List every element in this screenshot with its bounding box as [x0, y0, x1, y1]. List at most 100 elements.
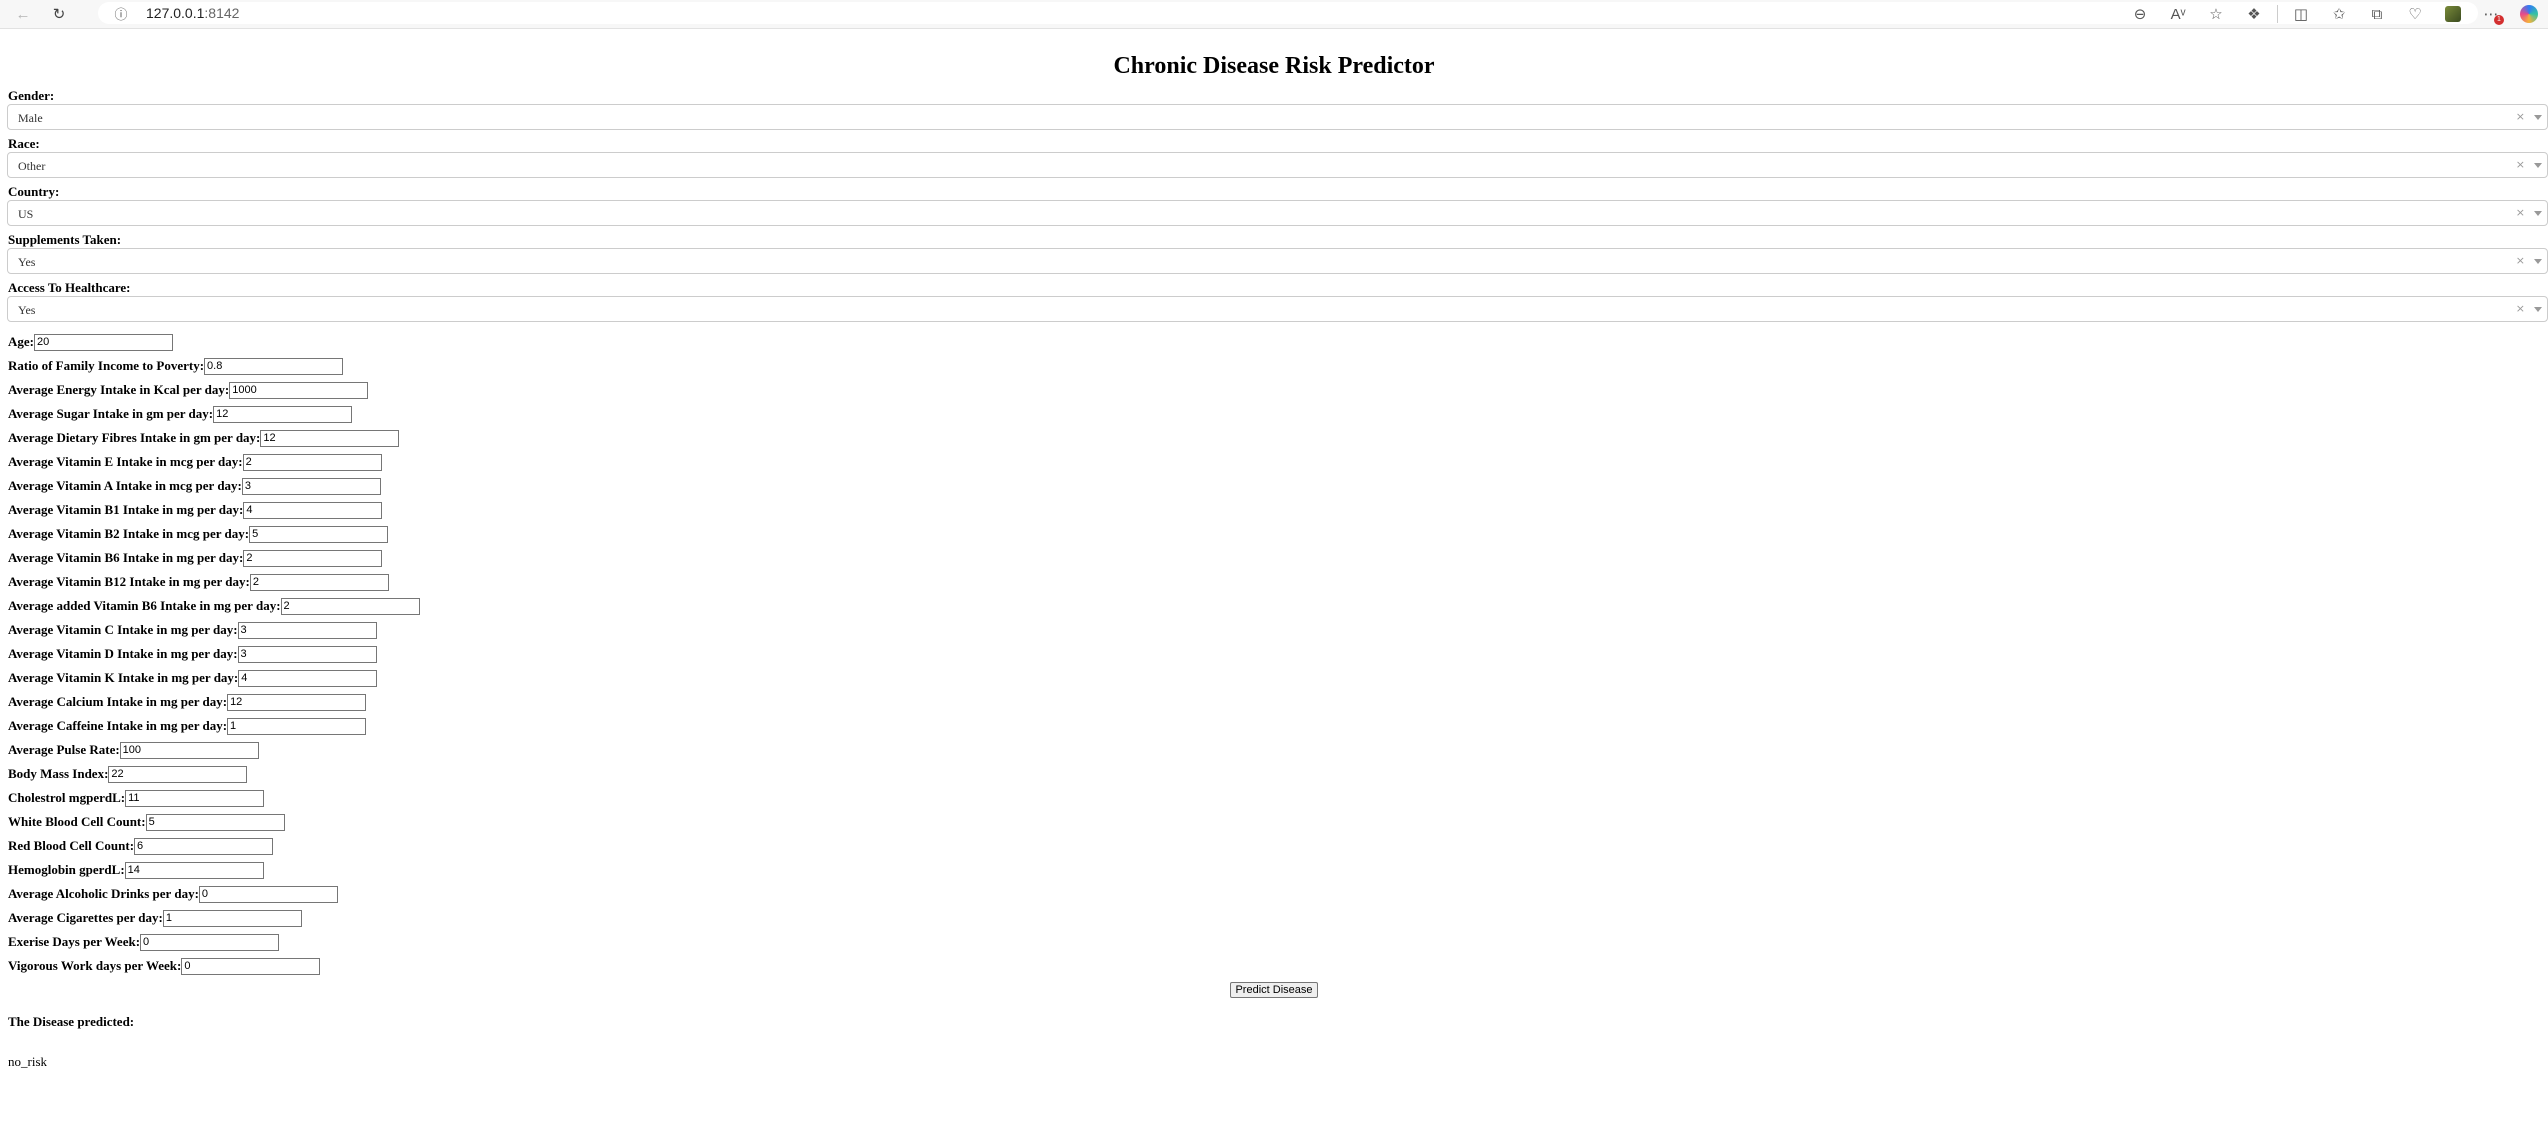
- field-input[interactable]: [227, 717, 367, 735]
- chevron-down-icon[interactable]: [2534, 211, 2542, 216]
- field-row: Average Vitamin B2 Intake in mcg per day…: [8, 522, 2540, 546]
- field-input[interactable]: [213, 405, 353, 423]
- field-input[interactable]: [280, 597, 420, 615]
- field-input[interactable]: [162, 909, 302, 927]
- field-input[interactable]: [119, 741, 259, 759]
- clear-icon[interactable]: ×: [2516, 206, 2525, 219]
- field-input[interactable]: [198, 885, 338, 903]
- split-screen-icon[interactable]: ◫: [2286, 2, 2316, 26]
- dropdown-select[interactable]: Male ×: [7, 104, 2548, 130]
- zoom-out-icon[interactable]: ⊖: [2125, 2, 2155, 26]
- field-row: Average Dietary Fibres Intake in gm per …: [8, 426, 2540, 450]
- field-row: Age:: [8, 330, 2540, 354]
- field-input[interactable]: [134, 837, 274, 855]
- field-input[interactable]: [243, 549, 383, 567]
- clear-icon[interactable]: ×: [2516, 158, 2525, 171]
- field-input[interactable]: [229, 381, 369, 399]
- chevron-down-icon[interactable]: [2534, 307, 2542, 312]
- toolbar-actions: ⊖ Aᵛ ☆ ❖ ◫ ✩ ⧉ ♡ ⋯ 1: [2117, 0, 2548, 28]
- field-row: Average Vitamin B12 Intake in mg per day…: [8, 570, 2540, 594]
- field-input[interactable]: [237, 621, 377, 639]
- dropdown-select[interactable]: Yes ×: [7, 248, 2548, 274]
- field-label: Average Vitamin A Intake in mcg per day:: [8, 478, 242, 493]
- field-label: Red Blood Cell Count:: [8, 838, 135, 853]
- chevron-down-icon[interactable]: [2534, 163, 2542, 168]
- predict-button-wrap: Predict Disease: [8, 978, 2540, 1002]
- profile-icon[interactable]: [2438, 2, 2468, 26]
- field-row: White Blood Cell Count:: [8, 810, 2540, 834]
- more-icon[interactable]: ⋯ 1: [2476, 2, 2506, 26]
- collections-icon[interactable]: ⧉: [2362, 2, 2392, 26]
- field-label: Age:: [8, 334, 34, 349]
- field-label: Hemoglobin gperdL:: [8, 862, 125, 877]
- back-arrow-icon[interactable]: ←: [10, 2, 36, 26]
- copilot-icon[interactable]: [2514, 2, 2544, 26]
- notification-badge: 1: [2494, 15, 2504, 25]
- field-label: Body Mass Index:: [8, 766, 109, 781]
- dropdown-value: US: [18, 207, 34, 221]
- field-input[interactable]: [34, 333, 173, 351]
- heart-pulse-icon[interactable]: ♡: [2400, 2, 2430, 26]
- chevron-down-icon[interactable]: [2534, 115, 2542, 120]
- reload-icon[interactable]: ↻: [46, 2, 72, 26]
- clear-icon[interactable]: ×: [2516, 254, 2525, 267]
- field-input[interactable]: [242, 453, 382, 471]
- field-input[interactable]: [145, 813, 285, 831]
- field-row: Body Mass Index:: [8, 762, 2540, 786]
- dropdown-block: Country: US ×: [7, 184, 2548, 226]
- field-label: Average Energy Intake in Kcal per day:: [8, 382, 230, 397]
- field-row: Average Energy Intake in Kcal per day:: [8, 378, 2540, 402]
- favorites-icon[interactable]: ✩: [2324, 2, 2354, 26]
- field-label: Average Dietary Fibres Intake in gm per …: [8, 430, 261, 445]
- dropdown-label: Race:: [8, 136, 40, 151]
- info-icon[interactable]: ⓘ: [110, 4, 132, 23]
- field-row: Average Vitamin A Intake in mcg per day:: [8, 474, 2540, 498]
- predict-disease-button[interactable]: Predict Disease: [1230, 982, 1318, 998]
- field-input[interactable]: [260, 429, 400, 447]
- read-aloud-icon[interactable]: Aᵛ: [2163, 2, 2193, 26]
- field-row: Average Vitamin D Intake in mg per day:: [8, 642, 2540, 666]
- field-input[interactable]: [124, 861, 264, 879]
- field-label: Average Vitamin B6 Intake in mg per day:: [8, 550, 244, 565]
- field-row: Vigorous Work days per Week:: [8, 954, 2540, 978]
- field-input[interactable]: [227, 693, 367, 711]
- field-label: Average Alcoholic Drinks per day:: [8, 886, 199, 901]
- field-label: Ratio of Family Income to Poverty:: [8, 358, 205, 373]
- dropdown-select[interactable]: US ×: [7, 200, 2548, 226]
- field-input[interactable]: [238, 669, 378, 687]
- star-icon[interactable]: ☆: [2201, 2, 2231, 26]
- dropdown-value: Yes: [18, 303, 36, 317]
- field-row: Average Calcium Intake in mg per day:: [8, 690, 2540, 714]
- field-row: Average Cigarettes per day:: [8, 906, 2540, 930]
- dropdown-select[interactable]: Other ×: [7, 152, 2548, 178]
- field-input[interactable]: [108, 765, 248, 783]
- field-row: Exerise Days per Week:: [8, 930, 2540, 954]
- dropdown-block: Gender: Male ×: [7, 88, 2548, 130]
- dropdown-select[interactable]: Yes ×: [7, 296, 2548, 322]
- dropdown-value: Yes: [18, 255, 36, 269]
- clear-icon[interactable]: ×: [2516, 110, 2525, 123]
- field-row: Ratio of Family Income to Poverty:: [8, 354, 2540, 378]
- chevron-down-icon[interactable]: [2534, 259, 2542, 264]
- field-input[interactable]: [241, 477, 381, 495]
- field-input[interactable]: [249, 525, 389, 543]
- field-label: White Blood Cell Count:: [8, 814, 146, 829]
- field-input[interactable]: [243, 501, 383, 519]
- clear-icon[interactable]: ×: [2516, 302, 2525, 315]
- field-label: Average Cigarettes per day:: [8, 910, 163, 925]
- field-input[interactable]: [237, 645, 377, 663]
- dropdown-block: Access To Healthcare: Yes ×: [7, 280, 2548, 322]
- field-input[interactable]: [140, 933, 280, 951]
- field-input[interactable]: [181, 957, 321, 975]
- field-label: Average Caffeine Intake in mg per day:: [8, 718, 228, 733]
- field-label: Average Vitamin K Intake in mg per day:: [8, 670, 239, 685]
- page-content: Chronic Disease Risk Predictor Gender: Ma…: [0, 51, 2548, 1070]
- field-input[interactable]: [204, 357, 344, 375]
- field-input[interactable]: [125, 789, 265, 807]
- result-value: no_risk: [8, 1054, 47, 1069]
- toolbar-divider: [2277, 5, 2278, 23]
- puzzle-icon[interactable]: ❖: [2239, 2, 2269, 26]
- field-row: Average Vitamin B1 Intake in mg per day:: [8, 498, 2540, 522]
- field-input[interactable]: [249, 573, 389, 591]
- dropdown-label: Supplements Taken:: [8, 232, 122, 247]
